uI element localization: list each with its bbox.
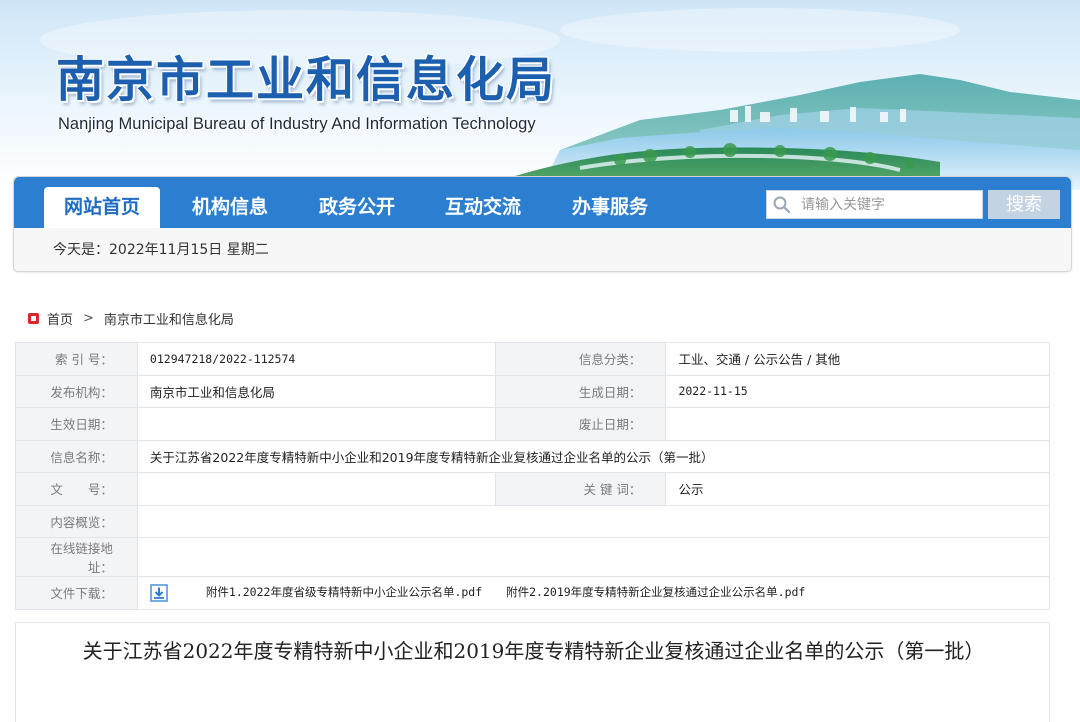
- search-box: [766, 190, 983, 219]
- breadcrumb-home[interactable]: 首页: [47, 309, 73, 328]
- info-name-value: 关于江苏省2022年度专精特新中小企业和2019年度专精特新企业复核通过企业名单…: [136, 439, 1051, 473]
- publisher-value: 南京市工业和信息化局: [136, 374, 496, 408]
- attachments-cell: 附件1.2022年度省级专精特新中小企业公示名单.pdf 附件2.2019年度专…: [136, 576, 1051, 610]
- nav-interaction[interactable]: 互动交流: [425, 187, 541, 228]
- search-input[interactable]: [801, 191, 981, 218]
- search-button[interactable]: 搜索: [988, 190, 1060, 219]
- article-container: 关于江苏省2022年度专精特新中小企业和2019年度专精特新企业复核通过企业名单…: [15, 622, 1050, 722]
- document-info-table: 索 引 号： 012947218/2022-112574 信息分类： 工业、交通…: [15, 342, 1051, 610]
- category-label: 信息分类：: [494, 342, 667, 376]
- table-row: 生效日期： 废止日期：: [15, 407, 1050, 441]
- expiry-date-label: 废止日期：: [494, 407, 667, 441]
- nav-government-affairs[interactable]: 政务公开: [299, 187, 415, 228]
- nav-services[interactable]: 办事服务: [552, 187, 668, 228]
- index-value: 012947218/2022-112574: [136, 342, 496, 376]
- table-row: 文 号： 关 键 词： 公示: [15, 472, 1050, 506]
- nav-organization[interactable]: 机构信息: [172, 187, 288, 228]
- info-name-label: 信息名称：: [15, 439, 138, 473]
- document-number-value: [136, 472, 496, 506]
- breadcrumb-separator: >: [83, 311, 94, 326]
- attachment-2-link[interactable]: 附件2.2019年度专精特新企业复核通过企业公示名单.pdf: [506, 585, 805, 599]
- search-icon: [773, 196, 791, 214]
- table-row: 发布机构： 南京市工业和信息化局 生成日期： 2022-11-15: [15, 374, 1050, 408]
- expiry-date-value: [665, 407, 1050, 441]
- table-row: 索 引 号： 012947218/2022-112574 信息分类： 工业、交通…: [15, 342, 1050, 376]
- header-banner: 南京市工业和信息化局 Nanjing Municipal Bureau of I…: [0, 0, 1080, 190]
- nav-home[interactable]: 网站首页: [44, 187, 160, 228]
- nav-frame: 网站首页 机构信息 政务公开 互动交流 办事服务 搜索 今天是：2022年11月…: [13, 176, 1072, 272]
- category-value: 工业、交通 / 公示公告 / 其他: [665, 342, 1050, 376]
- online-link-value: [136, 537, 1051, 577]
- breadcrumb: 首页 > 南京市工业和信息化局: [28, 309, 234, 328]
- article-title: 关于江苏省2022年度专精特新中小企业和2019年度专精特新企业复核通过企业名单…: [82, 639, 985, 663]
- summary-value: [136, 504, 1051, 538]
- table-row: 在线链接地址：: [15, 537, 1051, 577]
- location-icon: [28, 313, 39, 324]
- created-date-label: 生成日期：: [494, 374, 667, 408]
- document-number-label: 文 号：: [15, 472, 138, 506]
- effective-date-value: [136, 407, 496, 441]
- table-row: 文件下载： 附件1.2022年度省级专精特新中小企业公示名单.pdf 附件2.2…: [15, 576, 1051, 610]
- file-download-label: 文件下载：: [15, 576, 138, 610]
- publisher-label: 发布机构：: [15, 374, 138, 408]
- online-link-label: 在线链接地址：: [15, 537, 138, 577]
- created-date-value: 2022-11-15: [665, 374, 1050, 408]
- index-label: 索 引 号：: [15, 342, 138, 376]
- table-row: 信息名称： 关于江苏省2022年度专精特新中小企业和2019年度专精特新企业复核…: [15, 439, 1051, 473]
- attachment-1-link[interactable]: 附件1.2022年度省级专精特新中小企业公示名单.pdf: [206, 585, 482, 599]
- main-nav: 网站首页 机构信息 政务公开 互动交流 办事服务 搜索: [14, 177, 1071, 228]
- site-subtitle: Nanjing Municipal Bureau of Industry And…: [58, 115, 536, 133]
- keywords-value: 公示: [665, 472, 1050, 506]
- summary-label: 内容概览：: [15, 504, 138, 538]
- site-title: 南京市工业和信息化局: [56, 52, 557, 108]
- breadcrumb-current[interactable]: 南京市工业和信息化局: [104, 309, 234, 328]
- keywords-label: 关 键 词：: [494, 472, 667, 506]
- table-row: 内容概览：: [15, 504, 1051, 538]
- current-date: 今天是：2022年11月15日 星期二: [53, 242, 269, 258]
- download-icon[interactable]: [150, 584, 168, 602]
- effective-date-label: 生效日期：: [15, 407, 138, 441]
